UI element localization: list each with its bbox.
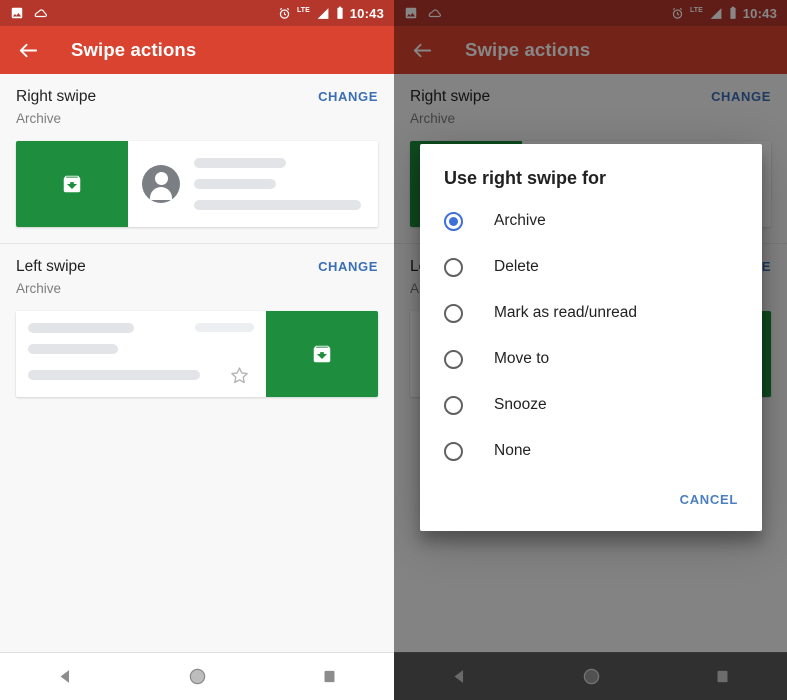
archive-icon: [311, 343, 333, 365]
right-swipe-preview-card: [16, 141, 378, 227]
nav-recents-square-icon[interactable]: [322, 669, 337, 684]
section-title: Left swipe: [16, 258, 86, 275]
cancel-button[interactable]: CANCEL: [672, 484, 746, 515]
placeholder-row: [28, 365, 254, 386]
placeholder-lines: [194, 158, 364, 210]
dialog-option-label: Delete: [494, 258, 539, 275]
status-bar: LTE 10:43: [0, 0, 394, 26]
nav-home-circle-icon[interactable]: [188, 667, 207, 686]
archive-icon: [61, 173, 83, 195]
phone-screen-left: LTE 10:43 Swipe actions Right swipe Arch…: [0, 0, 394, 700]
placeholder-line: [28, 343, 119, 354]
status-bar-right-icons: LTE 10:43: [278, 6, 384, 21]
radio-dot: [449, 216, 458, 226]
settings-content: Right swipe Archive CHANGE: [0, 74, 394, 700]
dialog-actions: CANCEL: [420, 474, 762, 523]
swipe-action-dialog: Use right swipe for Archive Delete Mark …: [420, 144, 762, 531]
status-bar-clock: 10:43: [349, 5, 384, 21]
radio-button[interactable]: [444, 349, 463, 369]
arrow-back-icon[interactable]: [16, 38, 40, 62]
placeholder-line: [28, 370, 200, 380]
dialog-option-delete[interactable]: Delete: [420, 244, 762, 290]
placeholder-line: [194, 158, 286, 168]
dialog-option-label: Archive: [494, 212, 546, 229]
dialog-option-label: Snooze: [494, 396, 547, 413]
photo-icon: [10, 6, 24, 20]
star-icon: [229, 365, 250, 386]
radio-button[interactable]: [444, 303, 463, 323]
navigation-bar: [0, 652, 394, 700]
section-header: Left swipe Archive CHANGE: [16, 258, 378, 297]
app-bar: Swipe actions: [0, 26, 394, 74]
dialog-option-label: Move to: [494, 350, 550, 367]
placeholder-line: [195, 323, 254, 332]
page-title: Swipe actions: [71, 39, 197, 60]
placeholder-row: [28, 322, 254, 333]
left-swipe-preview-card: [16, 311, 378, 397]
lte-signal-icon: [316, 7, 330, 20]
section-subtitle: Archive: [16, 111, 62, 126]
change-right-swipe-button[interactable]: CHANGE: [318, 88, 378, 104]
swipe-action-zone: [16, 141, 128, 227]
alarm-icon: [278, 7, 291, 20]
mail-row-placeholder: [128, 141, 378, 227]
placeholder-line: [28, 322, 135, 333]
radio-button[interactable]: [444, 257, 463, 277]
dialog-option-label: Mark as read/unread: [494, 304, 638, 321]
nav-back-triangle-icon[interactable]: [57, 668, 74, 685]
dialog-option-archive[interactable]: Archive: [420, 198, 762, 244]
section-right-swipe: Right swipe Archive CHANGE: [0, 74, 394, 243]
dialog-option-mark-as-read-unread[interactable]: Mark as read/unread: [420, 290, 762, 336]
phone-screen-right: LTE 10:43 Swipe actions Right swipe Arch…: [394, 0, 787, 700]
battery-icon: [336, 6, 344, 20]
radio-button[interactable]: [444, 441, 463, 461]
lte-label: LTE: [297, 6, 310, 14]
avatar-head: [154, 172, 168, 185]
section-left-swipe: Left swipe Archive CHANGE: [0, 243, 394, 413]
avatar: [142, 165, 180, 203]
dialog-option-move-to[interactable]: Move to: [420, 336, 762, 382]
dual-screenshot: LTE 10:43 Swipe actions Right swipe Arch…: [0, 0, 787, 700]
placeholder-line: [194, 200, 361, 210]
section-header: Right swipe Archive CHANGE: [16, 88, 378, 127]
dialog-title: Use right swipe for: [444, 168, 607, 188]
mail-row-placeholder: [16, 311, 266, 397]
avatar-body: [150, 187, 172, 200]
status-bar-left-icons: [10, 6, 48, 20]
placeholder-line: [194, 179, 276, 189]
dialog-option-label: None: [494, 442, 532, 459]
change-left-swipe-button[interactable]: CHANGE: [318, 258, 378, 274]
dialog-option-snooze[interactable]: Snooze: [420, 382, 762, 428]
shoe-fitness-icon: [33, 6, 48, 20]
swipe-action-zone: [266, 311, 378, 397]
radio-button[interactable]: [444, 395, 463, 415]
section-subtitle: Archive: [16, 281, 62, 296]
dialog-option-none[interactable]: None: [420, 428, 762, 474]
section-title: Right swipe: [16, 88, 97, 105]
radio-button-selected[interactable]: [444, 211, 463, 231]
